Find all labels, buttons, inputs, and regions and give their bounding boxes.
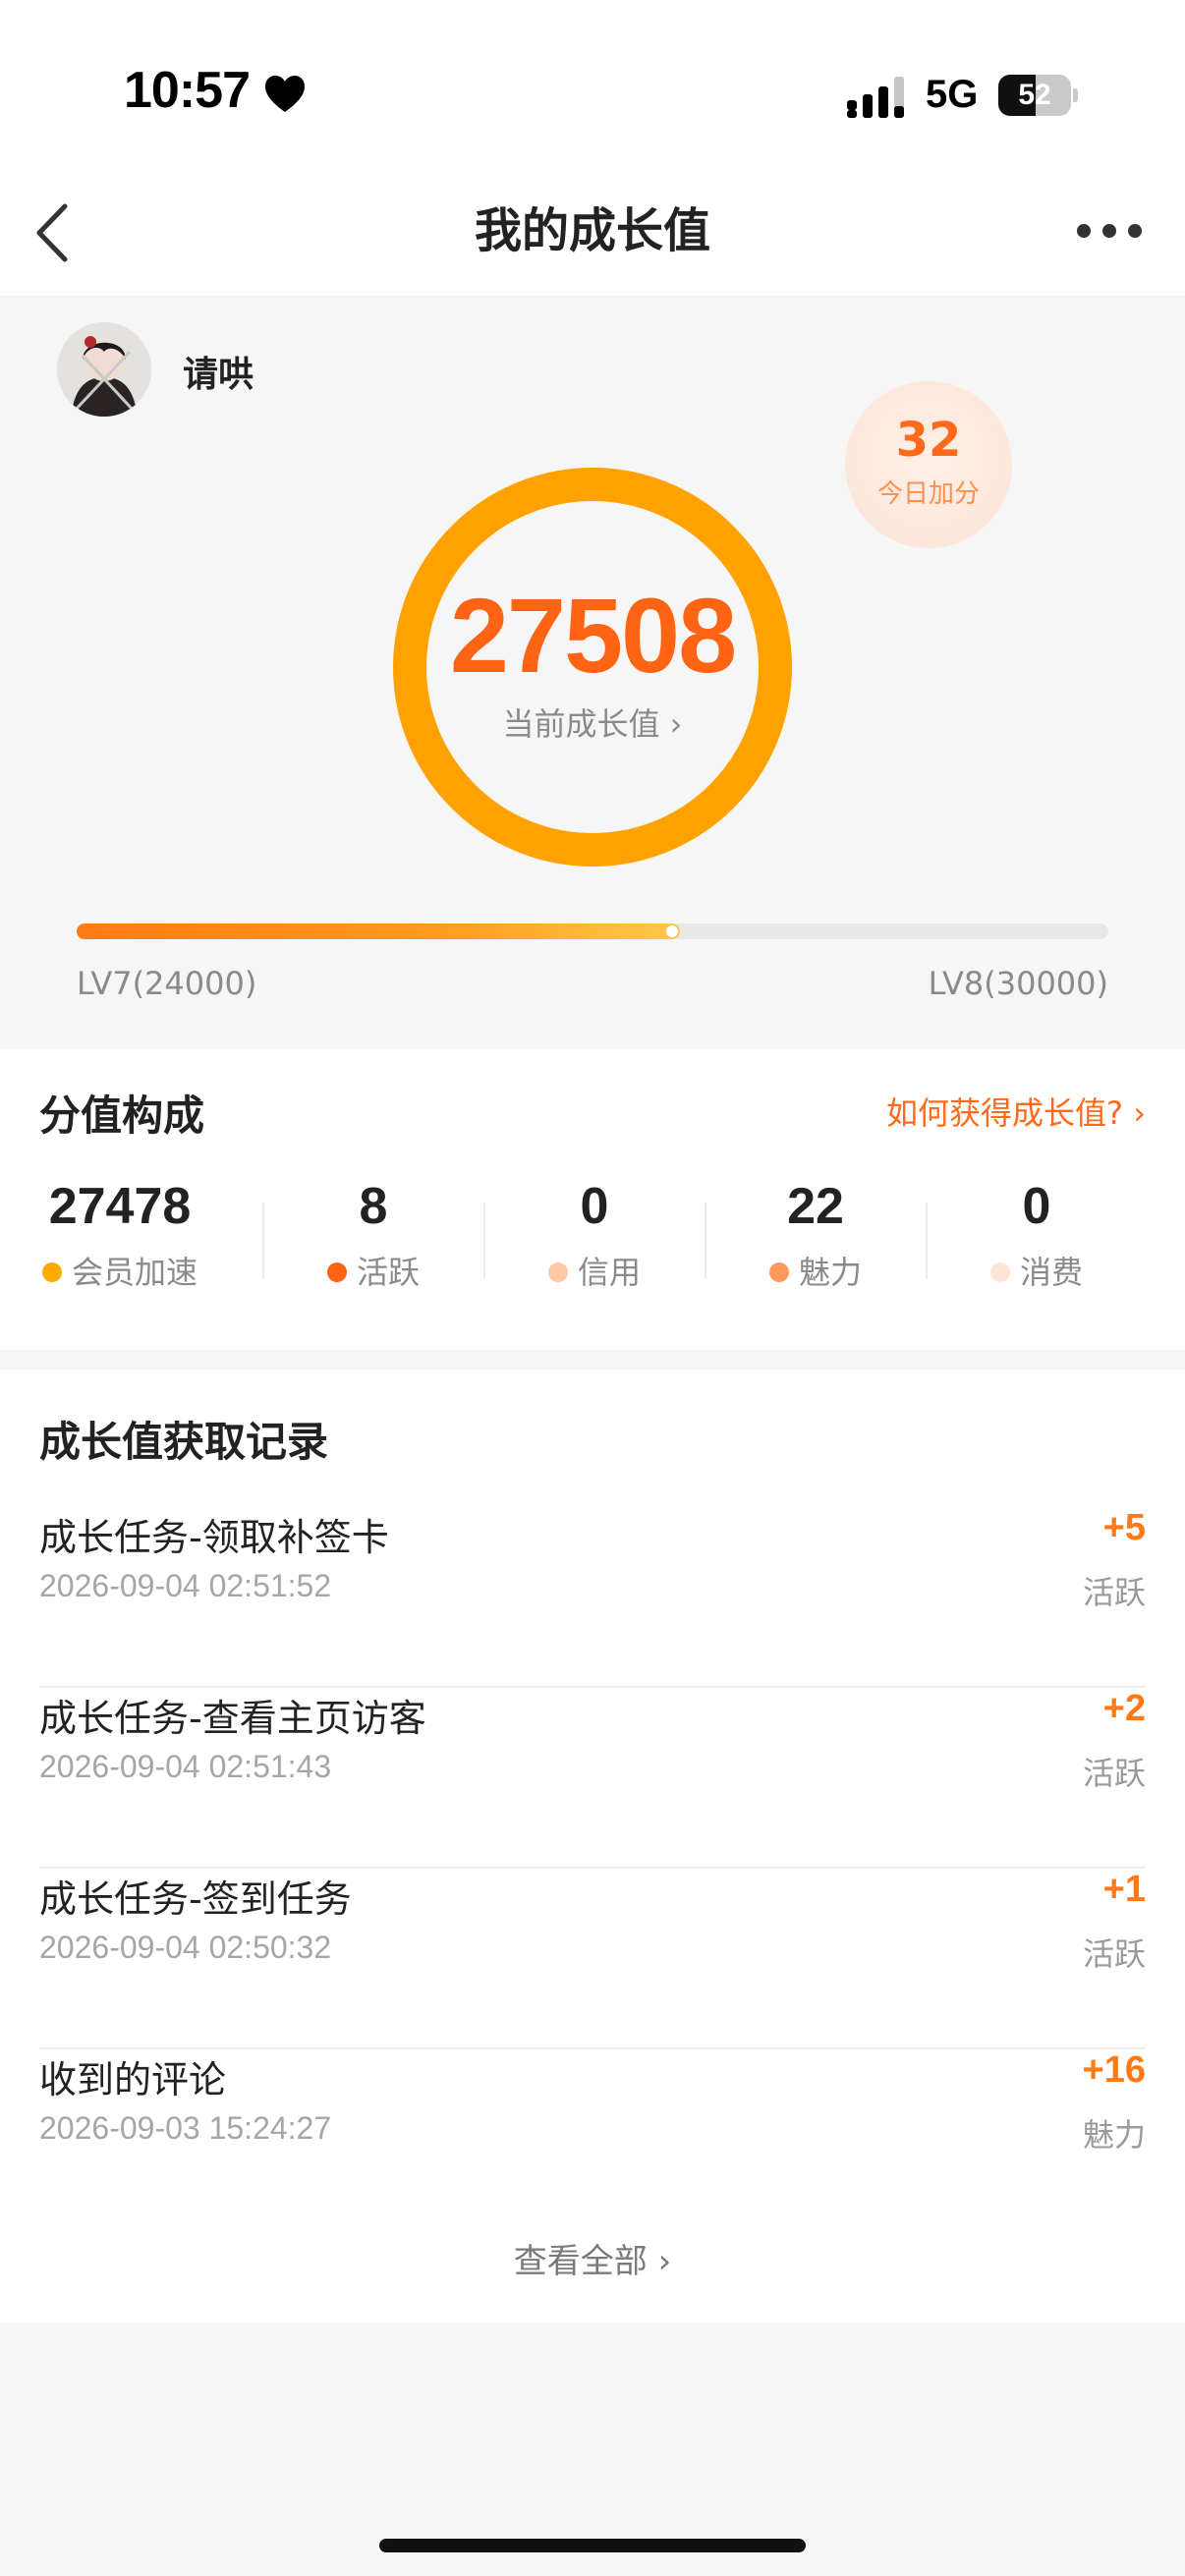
nav-bar: 我的成长值 bbox=[0, 177, 1185, 297]
record-type: 活跃 bbox=[1082, 1755, 1146, 1792]
stat-label: 消费 bbox=[1019, 1254, 1083, 1291]
records-title: 成长值获取记录 bbox=[39, 1418, 329, 1466]
avatar[interactable] bbox=[57, 322, 151, 417]
level-progress-bar bbox=[77, 924, 1108, 939]
record-time: 2026-09-03 15:24:27 bbox=[39, 2110, 332, 2146]
more-dots-icon[interactable] bbox=[1075, 220, 1144, 242]
record-type: 活跃 bbox=[1082, 1574, 1146, 1611]
stat-value: 0 bbox=[580, 1178, 609, 1235]
stat-dot-icon bbox=[768, 1262, 789, 1282]
list-item[interactable]: 成长任务-签到任务 2026-09-04 02:50:32 +1 活跃 bbox=[39, 1869, 1146, 2049]
record-time: 2026-09-04 02:51:52 bbox=[39, 1568, 332, 1603]
list-item[interactable]: 收到的评论 2026-09-03 15:24:27 +16 魅力 bbox=[39, 2049, 1146, 2230]
record-title: 收到的评论 bbox=[39, 2058, 227, 2101]
today-points-value: 32 bbox=[895, 413, 962, 468]
next-level-label: LV8(30000) bbox=[928, 965, 1108, 1002]
signal-icon bbox=[847, 77, 904, 118]
record-points: +16 bbox=[1082, 2049, 1146, 2091]
current-growth-link[interactable]: 当前成长值 › bbox=[389, 700, 796, 745]
stat-label: 会员加速 bbox=[71, 1254, 198, 1291]
composition-card: 分值构成 如何获得成长值? › 27478 会员加速 8 活跃 0 信用 22 … bbox=[0, 1049, 1185, 1350]
heart-icon bbox=[265, 76, 305, 112]
stat-dot-icon bbox=[989, 1262, 1010, 1282]
how-to-earn-link[interactable]: 如何获得成长值? › bbox=[886, 1089, 1146, 1134]
growth-header: 请哄 32 今日加分 27508 当前成长值 › LV7(24000) LV8(… bbox=[0, 297, 1185, 1047]
current-level-label: LV7(24000) bbox=[77, 965, 257, 1002]
stat-value: 0 bbox=[1022, 1178, 1051, 1235]
stat-label: 魅力 bbox=[798, 1254, 862, 1291]
composition-title: 分值构成 bbox=[39, 1092, 205, 1140]
stat-dot-icon bbox=[547, 1262, 568, 1282]
username: 请哄 bbox=[183, 355, 254, 395]
current-growth-value: 27508 bbox=[449, 576, 737, 695]
stat-credit: 0 信用 bbox=[484, 1177, 705, 1293]
level-progress-fill bbox=[77, 924, 680, 939]
list-item[interactable]: 成长任务-查看主页访客 2026-09-04 02:51:43 +2 活跃 bbox=[39, 1688, 1146, 1869]
record-title: 成长任务-领取补签卡 bbox=[39, 1516, 389, 1559]
stat-dot-icon bbox=[326, 1262, 347, 1282]
status-bar: 10:57 5G 52 bbox=[0, 0, 1185, 177]
growth-records: 成长值获取记录 成长任务-领取补签卡 2026-09-04 02:51:52 +… bbox=[0, 1370, 1185, 2323]
record-time: 2026-09-04 02:51:43 bbox=[39, 1749, 332, 1784]
record-points: +2 bbox=[1102, 1688, 1146, 1729]
home-indicator[interactable] bbox=[379, 2539, 806, 2552]
record-type: 魅力 bbox=[1082, 2116, 1146, 2154]
level-progress-knob bbox=[666, 925, 678, 937]
stat-charm: 22 魅力 bbox=[705, 1177, 926, 1293]
stat-label: 活跃 bbox=[356, 1254, 420, 1291]
stat-value: 22 bbox=[787, 1178, 844, 1235]
today-points-label: 今日加分 bbox=[876, 479, 980, 509]
record-time: 2026-09-04 02:50:32 bbox=[39, 1930, 332, 1965]
stat-consumption: 0 消费 bbox=[927, 1177, 1147, 1293]
today-points-badge: 32 今日加分 bbox=[845, 381, 1012, 548]
stat-value: 8 bbox=[359, 1178, 388, 1235]
avatar-image bbox=[57, 322, 151, 417]
record-title: 成长任务-查看主页访客 bbox=[39, 1697, 426, 1740]
stat-value: 27478 bbox=[48, 1178, 192, 1235]
record-points: +5 bbox=[1102, 1507, 1146, 1548]
battery-percent: 52 bbox=[1018, 79, 1051, 111]
stat-label: 信用 bbox=[577, 1254, 641, 1291]
record-points: +1 bbox=[1102, 1869, 1146, 1910]
stat-dot-icon bbox=[41, 1262, 62, 1282]
view-all-link[interactable]: 查看全部 › bbox=[0, 2234, 1185, 2282]
page-title: 我的成长值 bbox=[474, 203, 710, 258]
record-type: 活跃 bbox=[1082, 1935, 1146, 1973]
battery-icon: 52 bbox=[998, 75, 1078, 116]
stat-member-boost: 27478 会员加速 bbox=[10, 1177, 230, 1293]
network-label: 5G bbox=[926, 73, 979, 116]
status-time: 10:57 bbox=[124, 62, 251, 119]
record-title: 成长任务-签到任务 bbox=[39, 1877, 352, 1921]
stat-activity: 8 活跃 bbox=[263, 1177, 483, 1293]
list-item[interactable]: 成长任务-领取补签卡 2026-09-04 02:51:52 +5 活跃 bbox=[39, 1507, 1146, 1688]
